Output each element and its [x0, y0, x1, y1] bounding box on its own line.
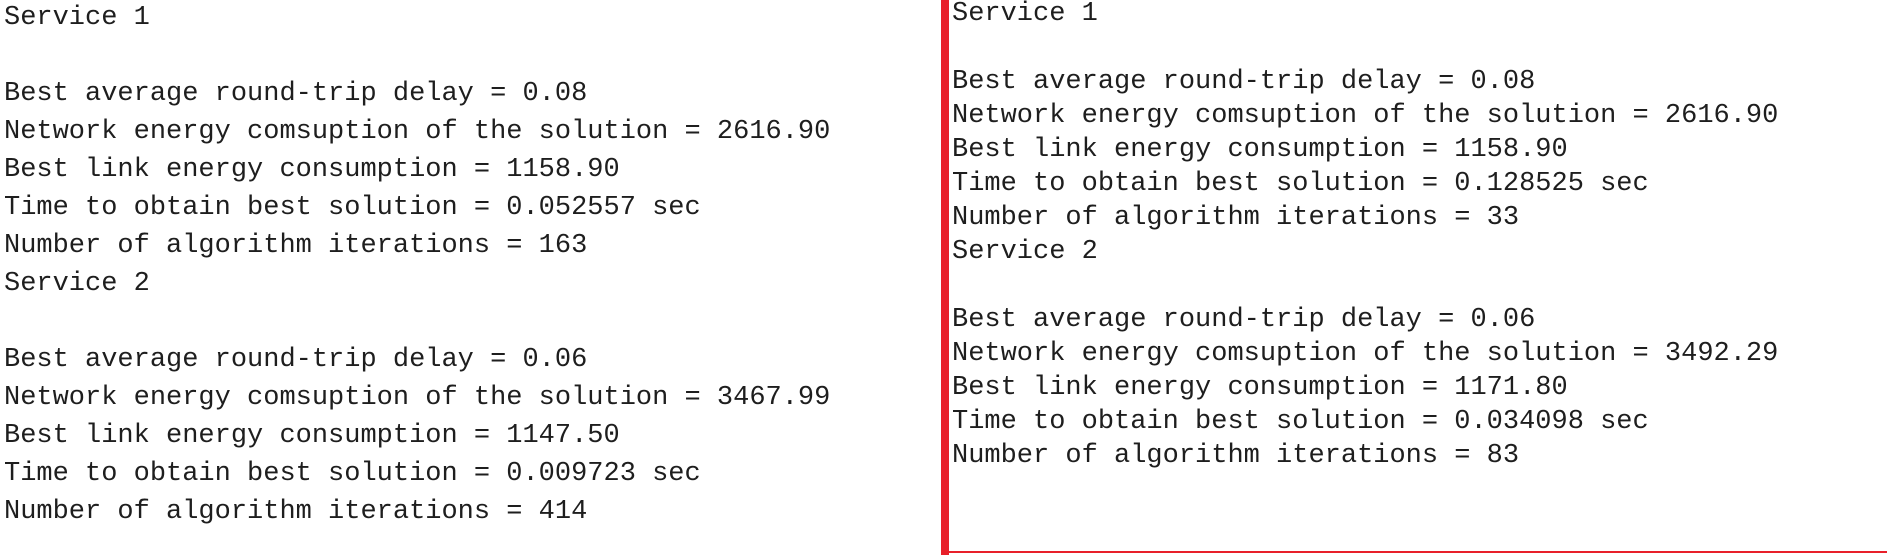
right-line-service-2-iterations: Number of algorithm iterations = 83 — [952, 441, 1520, 471]
red-bottom-border — [949, 551, 1887, 553]
red-vertical-divider — [941, 0, 949, 555]
left-line-service-1-network-energy: Network energy comsuption of the solutio… — [4, 117, 831, 147]
left-line-service-2-time: Time to obtain best solution = 0.009723 … — [4, 459, 701, 489]
left-line-service-1-link-energy: Best link energy consumption = 1158.90 — [4, 155, 620, 185]
left-line-service-1-iterations: Number of algorithm iterations = 163 — [4, 231, 588, 261]
left-line-service-2-link-energy: Best link energy consumption = 1147.50 — [4, 421, 620, 451]
left-line-service-2-iterations: Number of algorithm iterations = 414 — [4, 497, 588, 527]
left-line-service-1-heading: Service 1 — [4, 3, 150, 33]
left-line-service-1-time: Time to obtain best solution = 0.052557 … — [4, 193, 701, 223]
left-line-blank — [0, 36, 940, 76]
left-line-service-2-heading: Service 2 — [4, 269, 150, 299]
left-line-service-1-delay: Best average round-trip delay = 0.08 — [4, 79, 588, 109]
right-console-output: Service 1 Best average round-trip delay … — [950, 0, 1887, 555]
left-console-output: Service 1 Best average round-trip delay … — [0, 0, 940, 555]
left-line-blank — [0, 302, 940, 342]
left-line-service-2-delay: Best average round-trip delay = 0.06 — [4, 345, 588, 375]
left-line-service-2-network-energy: Network energy comsuption of the solutio… — [4, 383, 831, 413]
